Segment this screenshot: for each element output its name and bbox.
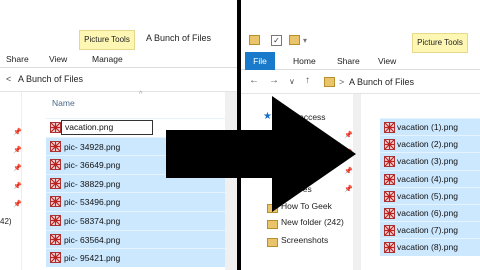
forward-icon[interactable]: → [269, 75, 279, 86]
image-file-icon [384, 122, 395, 133]
file-name: pic- 36649.png [64, 160, 121, 171]
file-row[interactable]: pic- 63564.png [46, 229, 237, 249]
file-name: vacation (4).png [397, 173, 458, 184]
file-row[interactable]: vacation (8).png [380, 238, 480, 256]
tab-view[interactable]: View [49, 54, 67, 64]
file-row[interactable]: vacation (1).png [380, 118, 480, 136]
file-name: pic- 34928.png [64, 141, 121, 152]
file-row[interactable]: vacation (6).png [380, 203, 480, 222]
back-icon[interactable]: ← [249, 75, 259, 86]
file-row[interactable]: vacation (3).png [380, 152, 480, 170]
file-row[interactable]: pic- 58374.png [46, 210, 237, 230]
image-file-icon [50, 196, 61, 208]
rename-input[interactable]: vacation.png [61, 120, 153, 135]
file-row[interactable]: pic- 95421.png [46, 248, 237, 267]
file-name: vacation (1).png [397, 122, 458, 132]
image-file-icon [384, 225, 395, 237]
file-row[interactable]: vacation (4).png [380, 169, 480, 187]
file-name: vacation (6).png [397, 207, 458, 218]
nav-item-screenshots[interactable]: Screenshots [281, 235, 328, 245]
chevron-down-icon[interactable]: ▾ [303, 36, 307, 45]
file-name: vacation (8).png [397, 242, 458, 253]
file-name: vacation (7).png [397, 225, 458, 236]
image-file-icon [50, 252, 61, 264]
file-name: pic- 63564.png [64, 234, 121, 245]
folder-icon[interactable] [249, 35, 260, 45]
nav-item-fragment[interactable]: 42) [0, 217, 12, 226]
folder-icon [267, 220, 278, 229]
image-file-icon [50, 122, 61, 133]
file-row[interactable]: vacation (5).png [380, 186, 480, 204]
pin-icon: 📌 [13, 165, 22, 172]
column-header-name[interactable]: Name [52, 98, 75, 108]
image-file-icon [50, 233, 61, 245]
tab-home[interactable]: Home [293, 56, 316, 66]
image-file-icon [50, 140, 61, 152]
comparison-screenshot: Picture Tools A Bunch of Files Share Vie… [0, 0, 480, 270]
folder-icon [267, 238, 278, 247]
chevron-left-icon[interactable]: < [6, 74, 11, 84]
tab-share[interactable]: Share [337, 56, 360, 66]
folder-icon [324, 77, 335, 87]
image-file-icon [384, 139, 395, 151]
tab-view[interactable]: View [378, 56, 396, 66]
title-strip [0, 0, 237, 32]
file-name: pic- 38829.png [64, 178, 121, 189]
arrow-right-icon [166, 96, 356, 212]
address-path[interactable]: A Bunch of Files [349, 77, 414, 87]
picture-tools-tab[interactable]: Picture Tools [412, 33, 468, 53]
file-name: vacation (2).png [397, 139, 458, 150]
nav-item-new-folder[interactable]: New folder (242) [281, 217, 344, 227]
file-name: pic- 53496.png [64, 197, 121, 208]
file-name: vacation (3).png [397, 156, 458, 167]
file-name: vacation (5).png [397, 190, 458, 201]
image-file-icon [50, 177, 61, 189]
pin-icon: 📌 [13, 147, 22, 154]
pin-icon: 📌 [13, 129, 22, 136]
address-path[interactable]: A Bunch of Files [18, 74, 83, 84]
image-file-icon [50, 214, 61, 226]
breadcrumb-separator[interactable]: > [339, 77, 344, 87]
pin-icon: 📌 [13, 183, 22, 190]
recent-dropdown-icon[interactable]: ∨ [289, 77, 295, 86]
tab-manage[interactable]: Manage [92, 54, 123, 64]
up-icon[interactable]: ↑ [305, 75, 310, 86]
properties-icon[interactable]: ✓ [271, 35, 282, 46]
tab-file[interactable]: File [245, 52, 275, 70]
image-file-icon [384, 156, 395, 168]
image-file-icon [384, 190, 395, 202]
image-file-icon [50, 159, 61, 171]
file-name: pic- 95421.png [64, 253, 121, 264]
sort-caret-icon: ^ [139, 91, 143, 98]
file-list: vacation (1).png vacation (2).png vacati… [380, 118, 480, 256]
picture-tools-tab[interactable]: Picture Tools [79, 30, 135, 50]
image-file-icon [384, 207, 395, 219]
tab-share[interactable]: Share [6, 54, 29, 64]
window-title: A Bunch of Files [146, 33, 212, 43]
pin-icon: 📌 [13, 201, 22, 208]
ribbon-tabs [241, 52, 480, 70]
file-row[interactable]: vacation (7).png [380, 221, 480, 239]
navigation-pane [0, 92, 22, 270]
new-folder-icon[interactable] [289, 35, 300, 45]
file-name: pic- 58374.png [64, 215, 121, 226]
file-row[interactable]: vacation (2).png [380, 135, 480, 153]
image-file-icon [384, 242, 395, 254]
image-file-icon [384, 173, 395, 185]
